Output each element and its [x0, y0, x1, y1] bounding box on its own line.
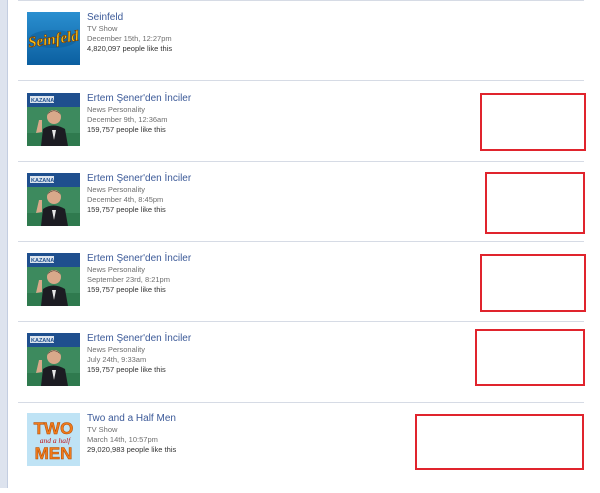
page-info: Ertem Şener'den İnciler News Personality…: [87, 253, 191, 295]
highlight-box: [485, 172, 585, 234]
presenter-photo-image: KAZANAN: [27, 253, 80, 306]
like-count: 159,757 people like this: [87, 205, 166, 214]
page-category: News Personality: [87, 105, 145, 114]
svg-text:KAZANAN: KAZANAN: [31, 98, 58, 104]
page-info: Ertem Şener'den İnciler News Personality…: [87, 333, 191, 375]
presenter-photo-image: KAZANAN: [27, 333, 80, 386]
liked-timestamp: December 9th, 12:36am: [87, 115, 168, 124]
highlight-box: [480, 254, 586, 312]
svg-text:KAZANAN: KAZANAN: [31, 258, 58, 264]
page-title-link[interactable]: Seinfeld: [87, 12, 172, 24]
page-title-link[interactable]: Ertem Şener'den İnciler: [87, 173, 191, 185]
page-thumbnail[interactable]: KAZANAN: [27, 333, 80, 386]
page-info: Seinfeld TV Show December 15th, 12:27pm …: [87, 12, 172, 54]
liked-timestamp: September 23rd, 8:21pm: [87, 275, 170, 284]
like-count: 159,757 people like this: [87, 125, 166, 134]
highlight-box: [415, 414, 584, 470]
svg-text:KAZANAN: KAZANAN: [31, 178, 58, 184]
page-thumbnail[interactable]: KAZANAN: [27, 173, 80, 226]
like-count: 29,020,983 people like this: [87, 445, 177, 454]
divider: [18, 0, 584, 1]
presenter-photo-image: KAZANAN: [27, 93, 80, 146]
list-item: Seinfeld Seinfeld TV Show December 15th,…: [8, 12, 600, 92]
liked-timestamp: December 15th, 12:27pm: [87, 34, 172, 43]
liked-timestamp: December 4th, 8:45pm: [87, 195, 164, 204]
page-thumbnail[interactable]: TWO and a half MEN: [27, 413, 80, 466]
highlight-box: [475, 329, 585, 386]
liked-timestamp: July 24th, 9:33am: [87, 355, 147, 364]
like-count: 4,820,097 people like this: [87, 44, 173, 53]
page-thumbnail[interactable]: Seinfeld: [27, 12, 80, 65]
page-info: Ertem Şener'den İnciler News Personality…: [87, 173, 191, 215]
liked-timestamp: March 14th, 10:57pm: [87, 435, 158, 444]
page-category: TV Show: [87, 425, 118, 434]
svg-text:MEN: MEN: [35, 444, 73, 463]
liked-pages-feed: Seinfeld Seinfeld TV Show December 15th,…: [8, 0, 600, 488]
like-count: 159,757 people like this: [87, 285, 166, 294]
page-thumbnail[interactable]: KAZANAN: [27, 93, 80, 146]
page-thumbnail[interactable]: KAZANAN: [27, 253, 80, 306]
page-category: News Personality: [87, 185, 145, 194]
page-info: Ertem Şener'den İnciler News Personality…: [87, 93, 191, 135]
page-info: Two and a Half Men TV Show March 14th, 1…: [87, 413, 176, 455]
two-and-a-half-men-logo-image: TWO and a half MEN: [27, 413, 80, 466]
page-category: News Personality: [87, 345, 145, 354]
highlight-box: [480, 93, 586, 151]
svg-text:KAZANAN: KAZANAN: [31, 338, 58, 344]
page-title-link[interactable]: Ertem Şener'den İnciler: [87, 93, 191, 105]
page-left-border: [0, 0, 8, 488]
page-category: TV Show: [87, 24, 118, 33]
page-title-link[interactable]: Ertem Şener'den İnciler: [87, 333, 191, 345]
page-category: News Personality: [87, 265, 145, 274]
page-title-link[interactable]: Ertem Şener'den İnciler: [87, 253, 191, 265]
like-count: 159,757 people like this: [87, 365, 166, 374]
page-title-link[interactable]: Two and a Half Men: [87, 413, 176, 425]
presenter-photo-image: KAZANAN: [27, 173, 80, 226]
seinfeld-logo-image: Seinfeld: [27, 12, 80, 65]
